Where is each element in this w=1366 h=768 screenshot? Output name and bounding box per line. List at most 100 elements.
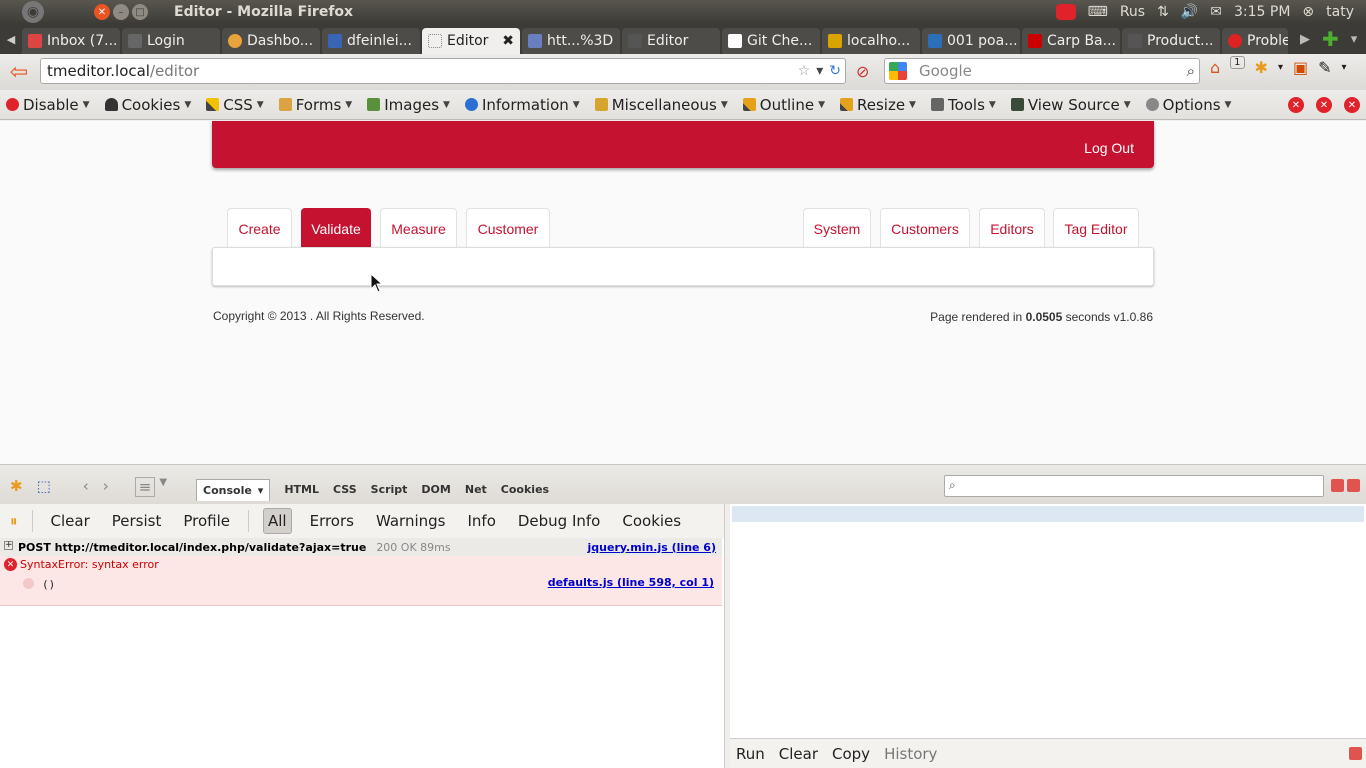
log-row-error[interactable]: ✕ SyntaxError: syntax error () defaults.…: [0, 556, 722, 606]
view-source-menu[interactable]: View Source ▼: [1010, 96, 1131, 114]
tab-close-icon[interactable]: ✖: [502, 33, 514, 49]
nav-tab-editors[interactable]: Editors: [979, 208, 1045, 248]
firebug-icon[interactable]: ✱: [1255, 58, 1268, 77]
tab-active[interactable]: Editor ✖: [422, 28, 520, 54]
next-arrow-icon[interactable]: ›: [103, 477, 109, 497]
logout-link[interactable]: Log Out: [1084, 140, 1134, 156]
tab-scroll-right-icon[interactable]: ▶: [1300, 32, 1310, 47]
resize-menu[interactable]: Resize ▼: [839, 96, 916, 114]
maximize-window-button[interactable]: □: [132, 4, 148, 20]
error-source-link[interactable]: defaults.js (line 598, col 1): [548, 576, 714, 589]
filter-all-button[interactable]: All: [262, 508, 292, 534]
addon-icon[interactable]: ▣: [1293, 58, 1308, 77]
url-dropdown-icon[interactable]: ▾: [816, 63, 823, 79]
home-icon[interactable]: ⌂: [1210, 58, 1220, 77]
user-icon[interactable]: ⊗: [1302, 4, 1314, 20]
cmd-clear-button[interactable]: Clear: [779, 745, 818, 763]
request-url[interactable]: POST http://tmeditor.local/index.php/val…: [18, 541, 366, 554]
filter-info-button[interactable]: Info: [463, 509, 499, 533]
panel-tab-console[interactable]: Console ▾: [196, 479, 271, 501]
url-bar[interactable]: tmeditor.local/editor ☆ ▾ ↻: [40, 58, 846, 84]
persist-button[interactable]: Persist: [108, 509, 166, 533]
expand-icon[interactable]: +: [4, 541, 13, 550]
filter-debug-info-button[interactable]: Debug Info: [514, 509, 605, 533]
tools-icon[interactable]: ✎: [1318, 58, 1331, 77]
stop-icon[interactable]: ⊘: [856, 62, 869, 81]
user-name[interactable]: taty: [1326, 4, 1354, 20]
reload-icon[interactable]: ↻: [829, 63, 841, 79]
indicator-red-icon[interactable]: [1055, 4, 1076, 20]
tab[interactable]: htt...%3D: [522, 28, 620, 54]
breakpoint-icon[interactable]: [23, 578, 34, 589]
panel-tab-script[interactable]: Script: [371, 483, 408, 501]
back-button[interactable]: ⇦: [4, 57, 34, 87]
new-tab-button[interactable]: ✚: [1322, 27, 1339, 51]
minimize-firebug-icon[interactable]: [1331, 479, 1344, 492]
panel-tab-html[interactable]: HTML: [284, 483, 319, 501]
nav-tab-system[interactable]: System: [803, 208, 871, 248]
tab[interactable]: Product...: [1122, 28, 1220, 54]
profile-button[interactable]: Profile: [179, 509, 234, 533]
miscellaneous-menu[interactable]: Miscellaneous ▼: [594, 96, 728, 114]
tab[interactable]: localho...: [822, 28, 920, 54]
inspect-icon[interactable]: ⬚: [37, 477, 51, 497]
mail-icon[interactable]: ✉: [1210, 4, 1222, 20]
dropdown-icon[interactable]: ▾: [1278, 62, 1283, 73]
filter-cookies-button[interactable]: Cookies: [618, 509, 685, 533]
panel-tab-css[interactable]: CSS: [333, 483, 357, 501]
network-icon[interactable]: ⇅: [1157, 4, 1169, 20]
search-bar[interactable]: Google ⌕: [884, 58, 1200, 84]
command-editor[interactable]: Run Clear Copy History: [730, 504, 1366, 768]
clear-button[interactable]: Clear: [47, 509, 94, 533]
volume-icon[interactable]: 🔊: [1181, 4, 1198, 20]
css-menu[interactable]: CSS ▼: [206, 96, 264, 114]
tab[interactable]: Git Che...: [722, 28, 820, 54]
menu-dropdown-icon[interactable]: ▾: [1342, 62, 1347, 73]
notification-badge[interactable]: 1: [1230, 56, 1245, 69]
source-link[interactable]: jquery.min.js (line 6): [588, 541, 716, 554]
prev-arrow-icon[interactable]: ‹: [83, 477, 89, 497]
list-all-tabs-icon[interactable]: ▾: [1351, 32, 1358, 47]
log-row-request[interactable]: + POST http://tmeditor.local/index.php/v…: [0, 538, 722, 556]
tab[interactable]: Proble...: [1222, 28, 1288, 54]
tab[interactable]: Editor: [622, 28, 720, 54]
error-indicator-icon[interactable]: ✕: [1288, 97, 1304, 113]
filter-errors-button[interactable]: Errors: [306, 509, 358, 533]
tab[interactable]: dfeinlei...: [322, 28, 420, 54]
tab[interactable]: Inbox (7...: [22, 28, 120, 54]
google-engine-icon[interactable]: [889, 62, 907, 80]
nav-tab-customers[interactable]: Customers: [880, 208, 970, 248]
information-menu[interactable]: Information ▼: [464, 96, 580, 114]
panel-dropdown-icon[interactable]: ▼: [159, 477, 167, 497]
tools-menu[interactable]: Tools ▼: [930, 96, 996, 114]
forms-menu[interactable]: Forms ▼: [278, 96, 352, 114]
history-button[interactable]: History: [884, 745, 937, 763]
warning-indicator-icon[interactable]: ✕: [1316, 97, 1332, 113]
panel-tab-cookies[interactable]: Cookies: [501, 483, 549, 501]
run-button[interactable]: Run: [736, 745, 765, 763]
command-editor-icon[interactable]: ≡: [134, 477, 156, 497]
ubuntu-logo-icon[interactable]: ◉: [22, 1, 44, 23]
filter-warnings-button[interactable]: Warnings: [372, 509, 450, 533]
nav-tab-validate[interactable]: Validate: [301, 208, 371, 248]
tab[interactable]: Dashbo...: [222, 28, 320, 54]
clock[interactable]: 3:15 PM: [1234, 4, 1290, 20]
detach-firebug-icon[interactable]: [1347, 479, 1360, 492]
nav-tab-tag-editor[interactable]: Tag Editor: [1053, 208, 1139, 248]
images-menu[interactable]: Images ▼: [367, 96, 450, 114]
tab[interactable]: 001 poa...: [922, 28, 1020, 54]
close-window-button[interactable]: ✕: [94, 4, 110, 20]
panel-tab-dom[interactable]: DOM: [421, 483, 450, 501]
bookmark-star-icon[interactable]: ☆: [798, 63, 811, 79]
nav-tab-customer[interactable]: Customer: [466, 208, 550, 248]
break-on-error-icon[interactable]: ⏸: [10, 512, 18, 530]
minimize-window-button[interactable]: –: [113, 4, 129, 20]
firebug-bug-icon[interactable]: ✱: [10, 477, 23, 497]
tab[interactable]: Carp Ba...: [1022, 28, 1120, 54]
options-menu[interactable]: Options ▼: [1145, 96, 1231, 114]
panel-tab-net[interactable]: Net: [465, 483, 487, 501]
command-editor-line[interactable]: [732, 506, 1364, 522]
close-toolbar-icon[interactable]: ✕: [1344, 97, 1360, 113]
nav-tab-measure[interactable]: Measure: [380, 208, 457, 248]
keyboard-icon[interactable]: ⌨: [1088, 4, 1108, 20]
